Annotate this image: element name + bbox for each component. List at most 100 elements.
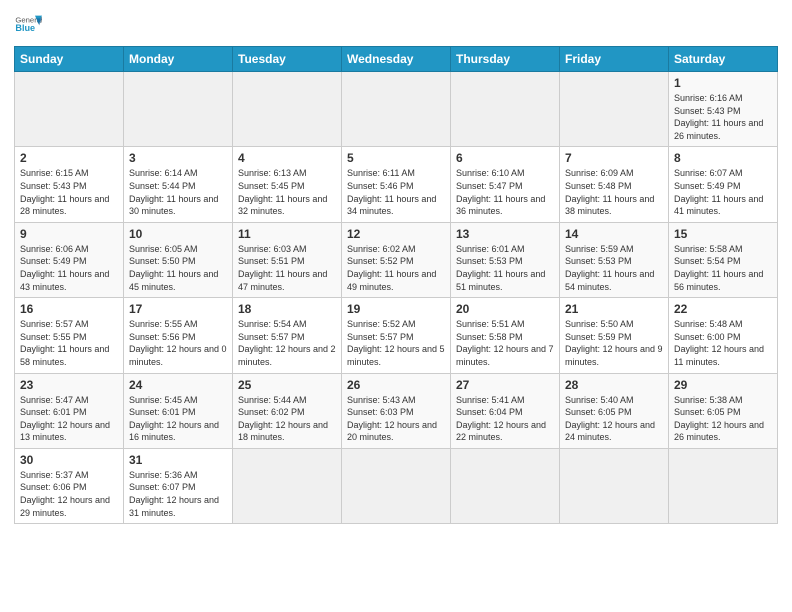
logo: General Blue [14, 10, 42, 38]
day-cell [669, 448, 778, 523]
weekday-header-friday: Friday [560, 47, 669, 72]
day-info: Sunrise: 5:54 AM Sunset: 5:57 PM Dayligh… [238, 318, 336, 368]
day-cell: 22 Sunrise: 5:48 AM Sunset: 6:00 PM Dayli… [669, 298, 778, 373]
day-cell: 25Sunrise: 5:44 AM Sunset: 6:02 PM Dayli… [233, 373, 342, 448]
day-cell [560, 72, 669, 147]
day-cell: 12 Sunrise: 6:02 AM Sunset: 5:52 PM Dayli… [342, 222, 451, 297]
day-number: 11 [238, 227, 336, 241]
weekday-header-thursday: Thursday [451, 47, 560, 72]
day-info: Sunrise: 5:47 AM Sunset: 6:01 PM Dayligh… [20, 394, 118, 444]
day-cell: 16 Sunrise: 5:57 AM Sunset: 5:55 PM Dayli… [15, 298, 124, 373]
day-number: 30 [20, 453, 118, 467]
day-info: Sunrise: 6:09 AM Sunset: 5:48 PM Dayligh… [565, 167, 663, 217]
day-cell: 9Sunrise: 6:06 AM Sunset: 5:49 PM Daylig… [15, 222, 124, 297]
day-number: 9 [20, 227, 118, 241]
day-number: 6 [456, 151, 554, 165]
day-info: Sunrise: 6:05 AM Sunset: 5:50 PM Dayligh… [129, 243, 227, 293]
day-number: 28 [565, 378, 663, 392]
day-cell: 11 Sunrise: 6:03 AM Sunset: 5:51 PM Dayli… [233, 222, 342, 297]
week-row-4: 23Sunrise: 5:47 AM Sunset: 6:01 PM Dayli… [15, 373, 778, 448]
svg-text:Blue: Blue [15, 23, 35, 33]
day-info: Sunrise: 5:44 AM Sunset: 6:02 PM Dayligh… [238, 394, 336, 444]
week-row-3: 16 Sunrise: 5:57 AM Sunset: 5:55 PM Dayli… [15, 298, 778, 373]
day-info: Sunrise: 5:36 AM Sunset: 6:07 PM Dayligh… [129, 469, 227, 519]
day-info: Sunrise: 5:48 AM Sunset: 6:00 PM Dayligh… [674, 318, 772, 368]
day-number: 22 [674, 302, 772, 316]
generalblue-logo-icon: General Blue [14, 10, 42, 38]
day-cell: 31Sunrise: 5:36 AM Sunset: 6:07 PM Dayli… [124, 448, 233, 523]
day-number: 5 [347, 151, 445, 165]
day-info: Sunrise: 6:10 AM Sunset: 5:47 PM Dayligh… [456, 167, 554, 217]
week-row-1: 2Sunrise: 6:15 AM Sunset: 5:43 PM Daylig… [15, 147, 778, 222]
day-info: Sunrise: 6:02 AM Sunset: 5:52 PM Dayligh… [347, 243, 445, 293]
day-cell: 6 Sunrise: 6:10 AM Sunset: 5:47 PM Daylig… [451, 147, 560, 222]
day-number: 19 [347, 302, 445, 316]
day-number: 10 [129, 227, 227, 241]
day-cell: 23Sunrise: 5:47 AM Sunset: 6:01 PM Dayli… [15, 373, 124, 448]
weekday-header-tuesday: Tuesday [233, 47, 342, 72]
day-info: Sunrise: 6:16 AM Sunset: 5:43 PM Dayligh… [674, 92, 772, 142]
day-cell [124, 72, 233, 147]
day-number: 13 [456, 227, 554, 241]
day-cell: 19 Sunrise: 5:52 AM Sunset: 5:57 PM Dayli… [342, 298, 451, 373]
day-cell: 7 Sunrise: 6:09 AM Sunset: 5:48 PM Daylig… [560, 147, 669, 222]
day-number: 15 [674, 227, 772, 241]
day-cell: 1Sunrise: 6:16 AM Sunset: 5:43 PM Daylig… [669, 72, 778, 147]
day-cell [233, 448, 342, 523]
day-info: Sunrise: 5:40 AM Sunset: 6:05 PM Dayligh… [565, 394, 663, 444]
day-cell [451, 448, 560, 523]
day-info: Sunrise: 5:58 AM Sunset: 5:54 PM Dayligh… [674, 243, 772, 293]
day-number: 26 [347, 378, 445, 392]
day-number: 18 [238, 302, 336, 316]
day-cell: 5Sunrise: 6:11 AM Sunset: 5:46 PM Daylig… [342, 147, 451, 222]
day-number: 20 [456, 302, 554, 316]
day-number: 29 [674, 378, 772, 392]
weekday-header-wednesday: Wednesday [342, 47, 451, 72]
day-cell: 24Sunrise: 5:45 AM Sunset: 6:01 PM Dayli… [124, 373, 233, 448]
day-cell [342, 448, 451, 523]
weekday-header-saturday: Saturday [669, 47, 778, 72]
day-number: 3 [129, 151, 227, 165]
day-number: 24 [129, 378, 227, 392]
day-info: Sunrise: 6:01 AM Sunset: 5:53 PM Dayligh… [456, 243, 554, 293]
day-number: 27 [456, 378, 554, 392]
day-cell: 4Sunrise: 6:13 AM Sunset: 5:45 PM Daylig… [233, 147, 342, 222]
day-info: Sunrise: 5:37 AM Sunset: 6:06 PM Dayligh… [20, 469, 118, 519]
day-info: Sunrise: 5:43 AM Sunset: 6:03 PM Dayligh… [347, 394, 445, 444]
day-cell: 18 Sunrise: 5:54 AM Sunset: 5:57 PM Dayli… [233, 298, 342, 373]
day-number: 7 [565, 151, 663, 165]
day-number: 16 [20, 302, 118, 316]
weekday-header-sunday: Sunday [15, 47, 124, 72]
day-cell: 29 Sunrise: 5:38 AM Sunset: 6:05 PM Dayli… [669, 373, 778, 448]
day-cell: 21Sunrise: 5:50 AM Sunset: 5:59 PM Dayli… [560, 298, 669, 373]
day-info: Sunrise: 5:41 AM Sunset: 6:04 PM Dayligh… [456, 394, 554, 444]
day-number: 21 [565, 302, 663, 316]
day-cell: 15 Sunrise: 5:58 AM Sunset: 5:54 PM Dayli… [669, 222, 778, 297]
day-info: Sunrise: 6:14 AM Sunset: 5:44 PM Dayligh… [129, 167, 227, 217]
day-number: 12 [347, 227, 445, 241]
page: General Blue SundayMondayTuesdayWednesda… [0, 0, 792, 612]
week-row-2: 9Sunrise: 6:06 AM Sunset: 5:49 PM Daylig… [15, 222, 778, 297]
day-cell: 8 Sunrise: 6:07 AM Sunset: 5:49 PM Daylig… [669, 147, 778, 222]
weekday-header-row: SundayMondayTuesdayWednesdayThursdayFrid… [15, 47, 778, 72]
day-cell: 30 Sunrise: 5:37 AM Sunset: 6:06 PM Dayli… [15, 448, 124, 523]
header-area: General Blue [14, 10, 778, 38]
day-cell [233, 72, 342, 147]
day-number: 17 [129, 302, 227, 316]
calendar-table: SundayMondayTuesdayWednesdayThursdayFrid… [14, 46, 778, 524]
day-info: Sunrise: 5:57 AM Sunset: 5:55 PM Dayligh… [20, 318, 118, 368]
day-info: Sunrise: 6:15 AM Sunset: 5:43 PM Dayligh… [20, 167, 118, 217]
day-cell [342, 72, 451, 147]
day-info: Sunrise: 6:03 AM Sunset: 5:51 PM Dayligh… [238, 243, 336, 293]
day-info: Sunrise: 5:52 AM Sunset: 5:57 PM Dayligh… [347, 318, 445, 368]
day-info: Sunrise: 5:51 AM Sunset: 5:58 PM Dayligh… [456, 318, 554, 368]
day-info: Sunrise: 6:07 AM Sunset: 5:49 PM Dayligh… [674, 167, 772, 217]
day-cell: 28 Sunrise: 5:40 AM Sunset: 6:05 PM Dayli… [560, 373, 669, 448]
day-cell [560, 448, 669, 523]
week-row-5: 30 Sunrise: 5:37 AM Sunset: 6:06 PM Dayli… [15, 448, 778, 523]
day-number: 8 [674, 151, 772, 165]
day-info: Sunrise: 5:38 AM Sunset: 6:05 PM Dayligh… [674, 394, 772, 444]
day-cell: 2Sunrise: 6:15 AM Sunset: 5:43 PM Daylig… [15, 147, 124, 222]
day-cell: 10 Sunrise: 6:05 AM Sunset: 5:50 PM Dayli… [124, 222, 233, 297]
weekday-header-monday: Monday [124, 47, 233, 72]
